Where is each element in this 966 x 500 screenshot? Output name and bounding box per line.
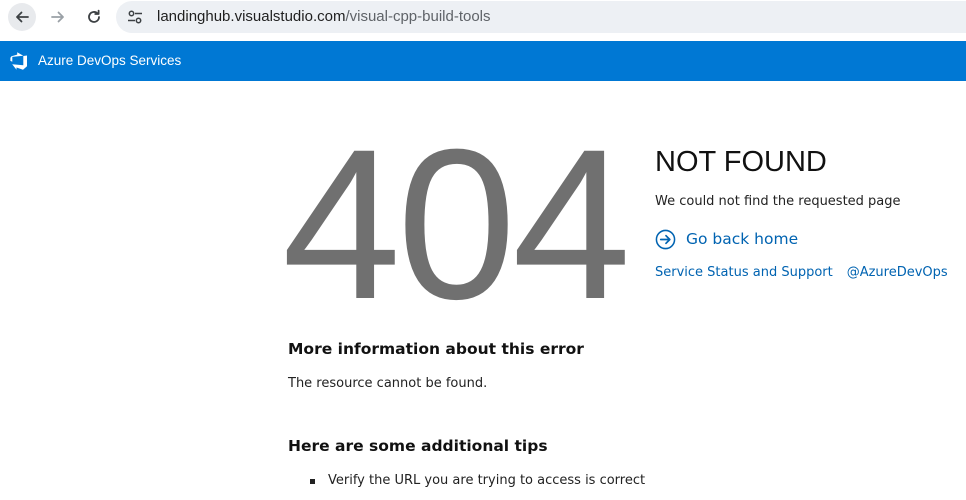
bullet-icon [310, 479, 315, 484]
url-path: /visual-cpp-build-tools [345, 8, 491, 25]
address-bar[interactable]: landinghub.visualstudio.com/visual-cpp-b… [116, 1, 966, 33]
error-subtitle: We could not find the requested page [655, 194, 901, 209]
arrow-right-icon [51, 11, 64, 23]
browser-toolbar: landinghub.visualstudio.com/visual-cpp-b… [0, 0, 966, 34]
azure-devops-logo[interactable] [9, 51, 29, 71]
url-host: landinghub.visualstudio.com [157, 8, 346, 25]
tips-list: Verify the URL you are trying to access … [310, 473, 645, 488]
twitter-link[interactable]: @AzureDevOps [847, 265, 948, 280]
forward-button[interactable] [44, 3, 72, 31]
url-text[interactable]: landinghub.visualstudio.com/visual-cpp-b… [157, 8, 491, 25]
error-code: 404 [282, 105, 631, 344]
more-info-text: The resource cannot be found. [288, 376, 488, 391]
header-title[interactable]: Azure DevOps Services [38, 53, 181, 68]
go-back-home-link[interactable]: Go back home [655, 228, 798, 250]
list-item: Verify the URL you are trying to access … [310, 473, 645, 488]
go-back-home-label: Go back home [686, 230, 799, 248]
support-links: Service Status and Support @AzureDevOps [655, 265, 948, 280]
tune-icon [128, 10, 142, 24]
reload-button[interactable] [80, 3, 108, 31]
back-button[interactable] [8, 3, 36, 31]
arrow-left-icon [16, 11, 29, 23]
azure-header-bar: Azure DevOps Services [0, 41, 966, 81]
tips-heading: Here are some additional tips [288, 437, 548, 455]
error-title: NOT FOUND [655, 146, 827, 178]
more-info-heading: More information about this error [288, 340, 584, 358]
circle-arrow-right-icon [655, 229, 676, 249]
service-status-link[interactable]: Service Status and Support [655, 265, 833, 280]
tip-text: Verify the URL you are trying to access … [328, 473, 646, 488]
reload-icon [88, 9, 100, 23]
site-info-button[interactable] [125, 7, 145, 27]
